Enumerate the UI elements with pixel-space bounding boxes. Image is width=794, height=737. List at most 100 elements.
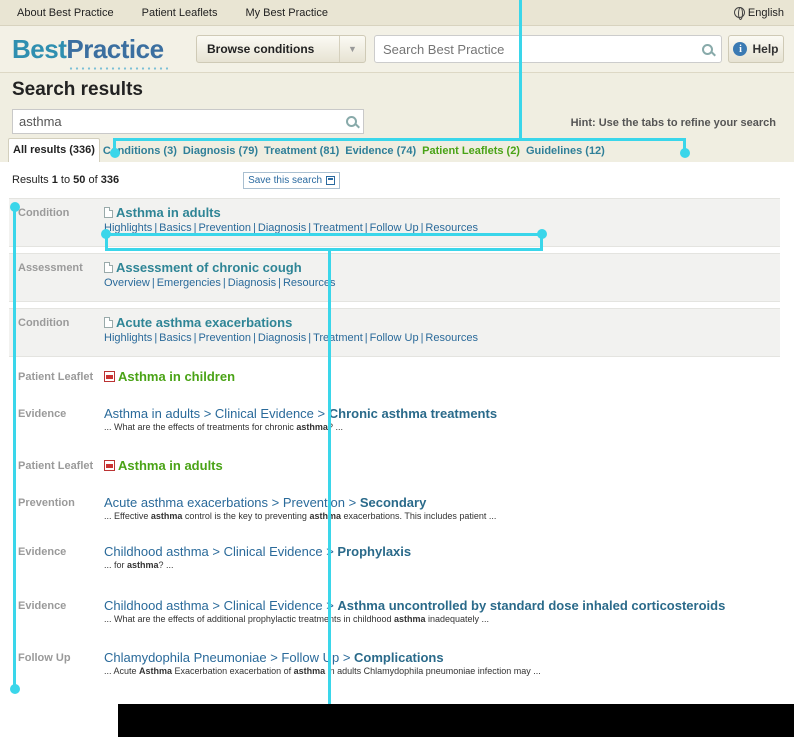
help-label: Help — [752, 42, 779, 56]
tab-treatment[interactable]: Treatment (81) — [261, 141, 342, 162]
result-category: Patient Leaflet — [18, 371, 94, 383]
list-item: Follow Up Chlamydophila Pneumoniae > Fol… — [9, 644, 780, 684]
list-item: Prevention Acute asthma exacerbations > … — [9, 489, 780, 529]
list-item: Condition Asthma in adults Highlights | Ba… — [9, 198, 780, 247]
result-title-link[interactable]: Asthma in adults — [104, 458, 223, 473]
site-search-box — [374, 35, 722, 63]
callout-line-links-bottom — [105, 248, 543, 251]
result-section-links: Highlights | Basics | Prevention | Diagnosis | T… — [104, 332, 478, 344]
result-path-link[interactable]: Childhood asthma > Clinical Evidence > A… — [104, 598, 725, 613]
result-category: Follow Up — [18, 652, 71, 664]
document-icon — [104, 262, 113, 273]
result-category: Condition — [18, 317, 70, 329]
result-title-link[interactable]: Asthma in children — [104, 369, 235, 384]
query-search-icon[interactable] — [346, 116, 357, 127]
logo-part-practice: Practice — [66, 33, 164, 64]
result-section-links: Overview | Emergencies | Diagnosis | Resources — [104, 277, 336, 289]
globe-icon — [733, 7, 745, 20]
result-category: Assessment — [18, 262, 83, 274]
results-count: Results 1 to 50 of 336 Save this search — [0, 162, 794, 198]
result-snippet: ... What are the effects of treatments f… — [104, 422, 343, 432]
result-path-link[interactable]: Chlamydophila Pneumoniae > Follow Up > C… — [104, 650, 541, 665]
link-diagnosis[interactable]: Diagnosis — [258, 332, 306, 344]
link-treatment[interactable]: Treatment — [313, 332, 363, 344]
query-input[interactable] — [19, 114, 346, 129]
callout-line-tabs-top — [113, 138, 685, 141]
tab-evidence[interactable]: Evidence (74) — [342, 141, 419, 162]
language-label: English — [747, 6, 784, 19]
site-search-input[interactable] — [383, 41, 702, 57]
browse-conditions-button[interactable]: Browse conditions ▼ — [196, 35, 366, 63]
refine-hint: Hint: Use the tabs to refine your search — [570, 117, 776, 129]
result-category: Evidence — [18, 546, 67, 558]
logo-part-best: Best — [12, 33, 67, 64]
result-category: Prevention — [18, 497, 75, 509]
save-search-button[interactable]: Save this search — [243, 171, 341, 189]
list-item: Evidence Childhood asthma > Clinical Evi… — [9, 538, 780, 578]
link-overview[interactable]: Overview — [104, 277, 150, 289]
document-icon — [104, 207, 113, 218]
callout-line-results-bracket — [13, 205, 16, 691]
link-resources[interactable]: Resources — [425, 332, 478, 344]
patient-leaflets-link[interactable]: Patient Leaflets — [142, 7, 218, 19]
link-follow-up[interactable]: Follow Up — [370, 332, 419, 344]
list-item: Patient Leaflet Asthma in adults — [9, 452, 780, 482]
result-title-link[interactable]: Assessment of chronic cough — [104, 260, 336, 275]
result-snippet: ... Effective asthma control is the key … — [104, 511, 497, 521]
result-path-link[interactable]: Asthma in adults > Clinical Evidence > C… — [104, 406, 497, 421]
top-bar: About Best Practice Patient Leaflets My … — [0, 0, 794, 26]
link-prevention[interactable]: Prevention — [198, 332, 251, 344]
list-item: Evidence Childhood asthma > Clinical Evi… — [9, 592, 780, 632]
link-emergencies[interactable]: Emergencies — [157, 277, 221, 289]
callout-dot-links-left — [101, 229, 111, 239]
callout-line-links-top — [105, 233, 542, 236]
page-title: Search results — [12, 79, 143, 100]
query-box — [12, 109, 364, 134]
callout-dot-results-top — [10, 202, 20, 212]
tab-patient-leaflets[interactable]: Patient Leaflets (2) — [419, 141, 523, 162]
result-category: Condition — [18, 207, 70, 219]
callout-line-tabs-vertical — [519, 0, 522, 140]
disk-icon — [326, 175, 336, 185]
results-range-text: Results 1 to 50 of 336 — [12, 174, 120, 186]
my-best-practice-link[interactable]: My Best Practice — [245, 7, 328, 19]
help-button[interactable]: i Help — [728, 35, 784, 63]
result-category: Patient Leaflet — [18, 460, 94, 472]
list-item: Condition Acute asthma exacerbations Hig… — [9, 308, 780, 357]
list-item: Evidence Asthma in adults > Clinical Evi… — [9, 400, 780, 440]
search-icon[interactable] — [702, 43, 713, 55]
info-icon: i — [733, 42, 748, 56]
list-item: Patient Leaflet Asthma in children — [9, 363, 780, 393]
document-icon — [104, 317, 113, 328]
pdf-icon — [104, 371, 115, 382]
tab-diagnosis[interactable]: Diagnosis (79) — [180, 141, 261, 162]
result-title-link[interactable]: Acute asthma exacerbations — [104, 315, 478, 330]
callout-dot-links-right — [537, 229, 547, 239]
result-path-link[interactable]: Acute asthma exacerbations > Prevention … — [104, 495, 496, 510]
logo[interactable]: BestPractice — [12, 33, 182, 70]
search-results-header: Search results Hint: Use the tabs to ref… — [0, 72, 794, 162]
callout-dot-tabs-right — [680, 148, 690, 158]
language-selector[interactable]: English — [733, 6, 784, 20]
header: BestPractice Browse conditions ▼ i Help — [0, 26, 794, 72]
result-snippet: ... Acute Asthma Exacerbation exacerbati… — [104, 666, 541, 676]
callout-dot-results-bottom — [10, 684, 20, 694]
link-basics[interactable]: Basics — [159, 332, 191, 344]
result-path-link[interactable]: Childhood asthma > Clinical Evidence > P… — [104, 544, 411, 559]
result-category: Evidence — [18, 600, 67, 612]
result-category: Evidence — [18, 408, 67, 420]
about-link[interactable]: About Best Practice — [17, 7, 114, 19]
logo-dots — [68, 66, 168, 70]
callout-line-links-vertical — [328, 250, 331, 737]
result-snippet: ... for asthma? ... — [104, 560, 174, 570]
link-highlights[interactable]: Highlights — [104, 332, 152, 344]
link-diagnosis[interactable]: Diagnosis — [228, 277, 276, 289]
caption-bar — [118, 704, 794, 737]
result-snippet: ... What are the effects of additional p… — [104, 614, 490, 624]
tab-guidelines[interactable]: Guidelines (12) — [523, 141, 608, 162]
result-title-link[interactable]: Asthma in adults — [104, 205, 478, 220]
callout-dot-tabs-left — [110, 148, 120, 158]
pdf-icon — [104, 460, 115, 471]
browse-conditions-label: Browse conditions — [207, 42, 315, 56]
tab-all-results[interactable]: All results (336) — [8, 138, 100, 162]
